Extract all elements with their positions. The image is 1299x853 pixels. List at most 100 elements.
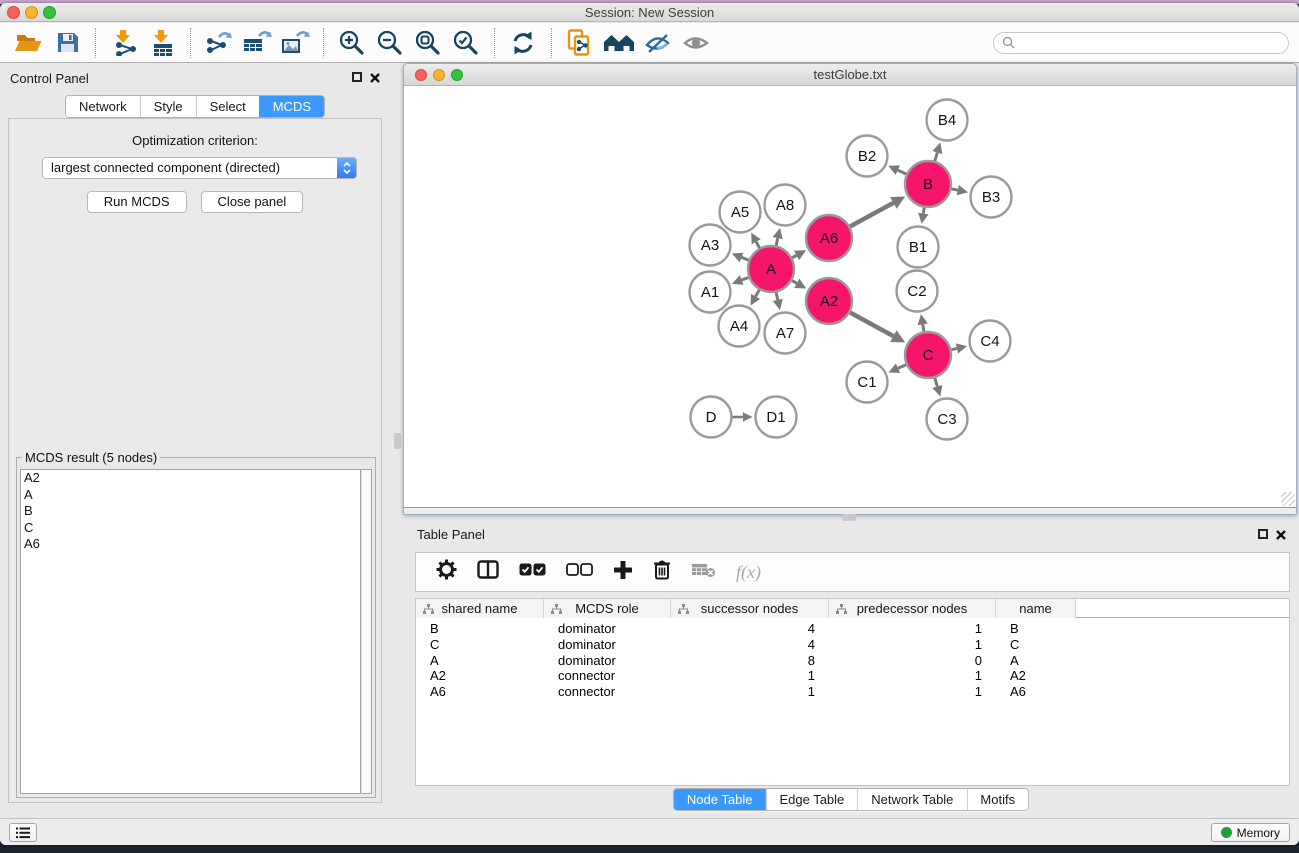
float-panel-icon[interactable] bbox=[352, 72, 362, 82]
table-row[interactable]: A2connector11A2 bbox=[416, 668, 1289, 684]
search-input[interactable] bbox=[1020, 34, 1280, 51]
table-row[interactable]: Bdominator41B bbox=[416, 621, 1289, 637]
network-edge[interactable] bbox=[923, 324, 924, 331]
import-table-button[interactable] bbox=[147, 27, 177, 59]
network-edge[interactable] bbox=[776, 238, 778, 245]
table-cell[interactable]: 1 bbox=[829, 668, 996, 684]
deselect-all-button[interactable] bbox=[566, 563, 593, 581]
tab-mcds[interactable]: MCDS bbox=[259, 96, 324, 117]
float-table-panel-icon[interactable] bbox=[1258, 529, 1268, 539]
network-graph[interactable]: B4B2BB3B1A5A8A6A3AA1A2A4A7C2C4CC1C3DD1 bbox=[404, 86, 1296, 508]
column-header-successor-nodes[interactable]: successor nodes bbox=[671, 599, 829, 618]
mcds-result-item[interactable]: A2 bbox=[21, 470, 360, 487]
table-cell[interactable]: A6 bbox=[416, 684, 544, 700]
tab-node-table[interactable]: Node Table bbox=[674, 789, 766, 810]
select-all-button[interactable] bbox=[519, 563, 546, 581]
network-edge[interactable] bbox=[792, 281, 797, 284]
function-builder-button[interactable]: f(x) bbox=[736, 562, 761, 583]
mcds-result-item[interactable]: A bbox=[21, 487, 360, 504]
zoom-selected-button[interactable] bbox=[451, 27, 481, 59]
resize-grip-icon[interactable] bbox=[1281, 492, 1295, 506]
zoom-out-button[interactable] bbox=[375, 27, 405, 59]
table-cell[interactable]: B bbox=[996, 621, 1076, 637]
network-edge[interactable] bbox=[850, 312, 893, 336]
save-session-button[interactable] bbox=[52, 27, 82, 59]
hide-graphics-details-button[interactable] bbox=[643, 27, 673, 59]
refresh-button[interactable] bbox=[508, 27, 538, 59]
zoom-fit-button[interactable] bbox=[413, 27, 443, 59]
table-cell[interactable]: A2 bbox=[996, 668, 1076, 684]
network-edge[interactable] bbox=[742, 257, 749, 260]
table-cell[interactable]: 4 bbox=[671, 621, 829, 637]
mcds-result-item[interactable]: B bbox=[21, 503, 360, 520]
run-mcds-button[interactable]: Run MCDS bbox=[87, 191, 187, 213]
add-column-button[interactable] bbox=[613, 560, 633, 585]
home-button[interactable] bbox=[603, 27, 635, 59]
table-row[interactable]: A6connector11A6 bbox=[416, 684, 1289, 700]
table-row[interactable]: Cdominator41C bbox=[416, 637, 1289, 653]
table-cell[interactable]: A bbox=[416, 653, 544, 669]
table-cell[interactable]: connector bbox=[544, 684, 671, 700]
table-cell[interactable]: 8 bbox=[671, 653, 829, 669]
network-edge[interactable] bbox=[898, 365, 906, 369]
table-cell[interactable]: A2 bbox=[416, 668, 544, 684]
node-table[interactable]: shared nameMCDS rolesuccessor nodesprede… bbox=[415, 598, 1290, 786]
network-edge[interactable] bbox=[756, 290, 760, 297]
vertical-splitter-handle[interactable] bbox=[394, 433, 401, 449]
window-titlebar[interactable]: Session: New Session bbox=[0, 3, 1299, 22]
table-cell[interactable]: C bbox=[996, 637, 1076, 653]
table-settings-button[interactable] bbox=[436, 559, 457, 585]
mcds-result-list[interactable]: A2ABCA6 bbox=[20, 469, 361, 794]
close-panel-button[interactable]: Close panel bbox=[201, 191, 304, 213]
duplicate-network-button[interactable] bbox=[565, 27, 595, 59]
import-network-button[interactable] bbox=[109, 27, 139, 59]
table-cell[interactable]: C bbox=[416, 637, 544, 653]
task-history-button[interactable] bbox=[9, 823, 37, 842]
show-graphics-details-button[interactable] bbox=[681, 27, 711, 59]
delete-button[interactable] bbox=[653, 559, 671, 585]
network-edge[interactable] bbox=[935, 152, 938, 160]
column-header-mcds-role[interactable]: MCDS role bbox=[544, 599, 671, 618]
network-canvas[interactable]: B4B2BB3B1A5A8A6A3AA1A2A4A7C2C4CC1C3DD1 bbox=[404, 86, 1296, 508]
table-cell[interactable]: A bbox=[996, 653, 1076, 669]
network-edge[interactable] bbox=[923, 208, 924, 214]
table-cell[interactable]: dominator bbox=[544, 621, 671, 637]
network-edge[interactable] bbox=[792, 255, 796, 257]
optimization-criterion-select[interactable]: largest connected component (directed) bbox=[42, 157, 357, 179]
mcds-result-item[interactable]: C bbox=[21, 520, 360, 537]
tab-style[interactable]: Style bbox=[140, 96, 196, 117]
table-cell[interactable]: 1 bbox=[829, 684, 996, 700]
network-edge[interactable] bbox=[951, 348, 957, 349]
network-edge[interactable] bbox=[952, 189, 958, 190]
network-edge[interactable] bbox=[776, 292, 778, 299]
network-edge[interactable] bbox=[756, 242, 759, 248]
export-network-button[interactable] bbox=[204, 27, 234, 59]
table-cell[interactable]: A6 bbox=[996, 684, 1076, 700]
table-cell[interactable]: 0 bbox=[829, 653, 996, 669]
close-table-panel-icon[interactable] bbox=[1275, 529, 1287, 541]
network-edge[interactable] bbox=[935, 378, 938, 386]
column-header-predecessor-nodes[interactable]: predecessor nodes bbox=[829, 599, 996, 618]
table-row[interactable]: Adominator80A bbox=[416, 653, 1289, 669]
export-image-button[interactable] bbox=[280, 27, 310, 59]
close-panel-icon[interactable] bbox=[369, 72, 381, 84]
open-file-button[interactable] bbox=[14, 27, 44, 59]
search-field[interactable] bbox=[993, 32, 1289, 54]
network-edge[interactable] bbox=[742, 277, 749, 280]
table-cell[interactable]: 1 bbox=[829, 621, 996, 637]
mcds-result-item[interactable]: A6 bbox=[21, 536, 360, 553]
table-cell[interactable]: 1 bbox=[829, 637, 996, 653]
memory-button[interactable]: Memory bbox=[1211, 823, 1290, 842]
tab-edge-table[interactable]: Edge Table bbox=[765, 789, 857, 810]
table-cell[interactable]: 1 bbox=[671, 668, 829, 684]
tab-motifs[interactable]: Motifs bbox=[966, 789, 1028, 810]
tab-network-table[interactable]: Network Table bbox=[857, 789, 966, 810]
zoom-in-button[interactable] bbox=[337, 27, 367, 59]
table-cell[interactable]: 1 bbox=[671, 684, 829, 700]
export-table-button[interactable] bbox=[242, 27, 272, 59]
table-cell[interactable]: connector bbox=[544, 668, 671, 684]
mcds-result-scrollbar[interactable] bbox=[361, 469, 372, 794]
network-edge[interactable] bbox=[850, 203, 893, 227]
network-edge[interactable] bbox=[898, 170, 906, 174]
column-header-name[interactable]: name bbox=[996, 599, 1076, 618]
